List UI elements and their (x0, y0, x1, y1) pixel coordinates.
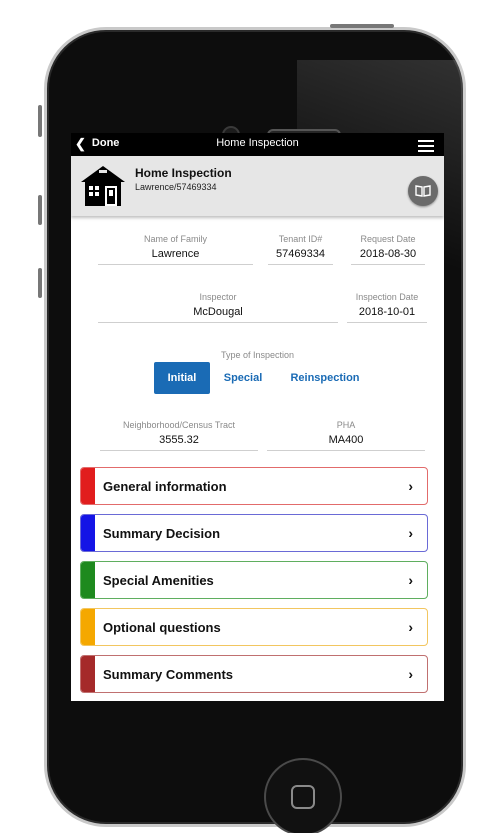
home-square-icon (291, 785, 315, 809)
census-tract-field[interactable]: Neighborhood/Census Tract 3555.32 (100, 420, 258, 451)
section-optional-questions[interactable]: Optional questions › (80, 608, 428, 646)
sleep-button (330, 24, 394, 28)
request-date-label: Request Date (360, 234, 416, 244)
chevron-right-icon: › (408, 525, 413, 541)
type-reinspection-button[interactable]: Reinspection (281, 362, 369, 394)
header-title: Home Inspection (135, 166, 232, 180)
header-subtitle: Lawrence/57469334 (135, 182, 217, 192)
request-date-field[interactable]: Request Date 2018-08-30 (351, 234, 425, 265)
page-header: Home Inspection Lawrence/57469334 (71, 156, 444, 216)
inspection-date-value: 2018-10-01 (347, 306, 427, 323)
top-bar: ❮ Done Home Inspection (71, 133, 444, 156)
section-color-bar (81, 468, 95, 504)
chevron-right-icon: › (408, 666, 413, 682)
tenant-id-label: Tenant ID# (278, 234, 323, 244)
inspection-date-field[interactable]: Inspection Date 2018-10-01 (347, 292, 427, 323)
pha-label: PHA (336, 420, 356, 430)
section-special-amenities[interactable]: Special Amenities › (80, 561, 428, 599)
chevron-right-icon: › (408, 619, 413, 635)
section-color-bar (81, 562, 95, 598)
pha-value: MA400 (267, 434, 425, 451)
section-title: Optional questions (103, 619, 221, 635)
tenant-id-value: 57469334 (268, 248, 333, 265)
tenant-id-field[interactable]: Tenant ID# 57469334 (268, 234, 333, 265)
hamburger-menu-icon[interactable] (418, 140, 434, 152)
section-title: Summary Comments (103, 666, 234, 682)
type-of-inspection-label: Type of Inspection (220, 350, 295, 360)
chevron-right-icon: › (408, 478, 413, 494)
name-of-family-value: Lawrence (98, 248, 253, 265)
open-book-button[interactable] (408, 176, 438, 206)
name-of-family-field[interactable]: Name of Family Lawrence (98, 234, 253, 265)
section-title: General information (103, 478, 227, 494)
top-bar-title: Home Inspection (216, 137, 299, 149)
inspection-date-label: Inspection Date (355, 292, 419, 302)
home-button[interactable] (264, 758, 342, 833)
volume-down-button (38, 268, 42, 298)
census-tract-value: 3555.32 (100, 434, 258, 451)
section-title: Summary Decision (103, 525, 221, 541)
inspector-label: Inspector (199, 292, 237, 302)
section-color-bar (81, 515, 95, 551)
chevron-right-icon: › (408, 572, 413, 588)
census-tract-label: Neighborhood/Census Tract (122, 420, 236, 430)
type-special-button[interactable]: Special (217, 362, 269, 394)
section-general-information[interactable]: General information › (80, 467, 428, 505)
inspector-value: McDougal (98, 306, 338, 323)
mute-switch (38, 105, 42, 137)
name-of-family-label: Name of Family (143, 234, 207, 244)
type-initial-button[interactable]: Initial (154, 362, 210, 394)
app-screen: ❮ Done Home Inspection Home Inspection L… (71, 133, 444, 701)
house-icon (81, 166, 125, 206)
volume-up-button (38, 195, 42, 225)
request-date-value: 2018-08-30 (351, 248, 425, 265)
section-color-bar (81, 609, 95, 645)
open-book-icon (415, 185, 431, 197)
inspector-field[interactable]: Inspector McDougal (98, 292, 338, 323)
section-summary-comments[interactable]: Summary Comments › (80, 655, 428, 693)
section-title: Special Amenities (103, 572, 214, 588)
section-summary-decision[interactable]: Summary Decision › (80, 514, 428, 552)
section-color-bar (81, 656, 95, 692)
pha-field[interactable]: PHA MA400 (267, 420, 425, 451)
